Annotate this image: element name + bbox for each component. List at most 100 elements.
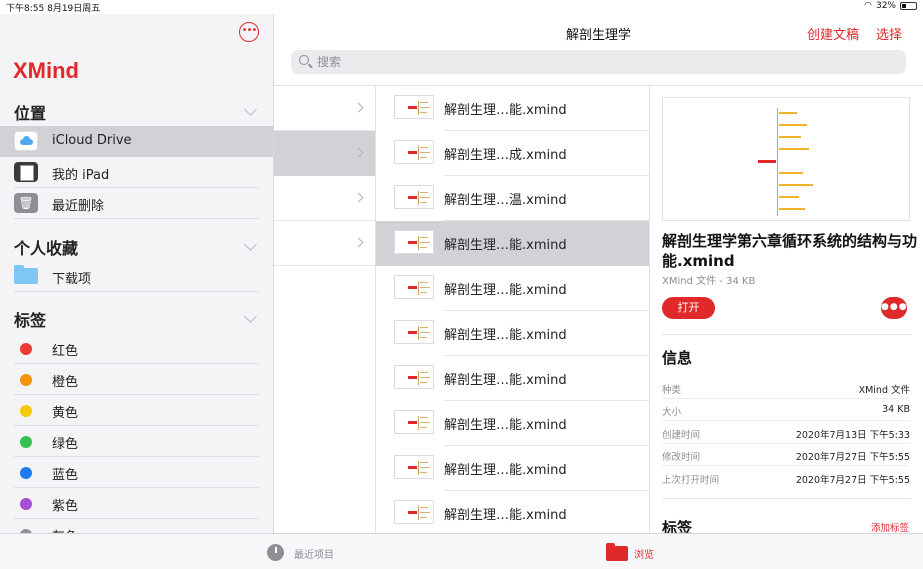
folder-row[interactable] xyxy=(274,131,375,176)
file-row[interactable]: 解剖生理…能.xmind xyxy=(376,401,649,446)
file-list: 解剖生理…能.xmind 解剖生理…成.xmind 解剖生理…温.xmind 解… xyxy=(376,86,650,533)
detail-pane: 解剖生理学第六章循环系统的结构与功能.xmind XMind 文件 - 34 K… xyxy=(650,86,923,533)
file-title: 解剖生理学第六章循环系统的结构与功能.xmind xyxy=(662,232,918,270)
search-icon xyxy=(299,55,309,65)
folder-row[interactable] xyxy=(274,176,375,221)
red-tag-dot-icon xyxy=(20,343,32,355)
sidebar-tag-gray[interactable]: 灰色 xyxy=(0,519,273,533)
mindmap-thumbnail-icon xyxy=(394,365,434,389)
file-name: 解剖生理…能.xmind xyxy=(444,238,567,253)
file-row[interactable]: 解剖生理…能.xmind xyxy=(376,266,649,311)
folder-icon xyxy=(14,265,38,284)
file-name: 解剖生理…能.xmind xyxy=(444,508,567,523)
open-button[interactable]: 打开 xyxy=(662,297,715,319)
clock-icon[interactable] xyxy=(267,544,284,561)
sidebar-item-label: 最近删除 xyxy=(52,199,105,214)
tag-label: 红色 xyxy=(52,344,79,359)
sidebar-tag-yellow[interactable]: 黄色 xyxy=(0,395,273,426)
file-row[interactable]: 解剖生理…成.xmind xyxy=(376,131,649,176)
section-header-locations: 位置 xyxy=(14,104,47,123)
yellow-tag-dot-icon xyxy=(20,405,32,417)
sidebar-tag-blue[interactable]: 蓝色 xyxy=(0,457,273,488)
file-name: 解剖生理…能.xmind xyxy=(444,283,567,298)
file-row[interactable]: 解剖生理…能.xmind xyxy=(376,86,649,131)
blue-tag-dot-icon xyxy=(20,467,32,479)
status-bar: 下午8:55 8月19日周五 ◠ 32% xyxy=(0,0,923,14)
more-options-button[interactable]: ●●● xyxy=(881,297,907,319)
folder-column xyxy=(274,86,376,533)
folder-icon[interactable] xyxy=(606,543,628,561)
divider xyxy=(662,334,911,335)
mindmap-thumbnail-icon xyxy=(394,230,434,254)
mindmap-thumbnail-icon xyxy=(394,410,434,434)
file-name: 解剖生理…能.xmind xyxy=(444,418,567,433)
file-name: 解剖生理…能.xmind xyxy=(444,103,567,118)
select-button[interactable]: 选择 xyxy=(876,24,902,43)
file-name: 解剖生理…温.xmind xyxy=(444,193,567,208)
chevron-right-icon xyxy=(353,237,364,248)
file-row[interactable]: 解剖生理…能.xmind xyxy=(376,446,649,491)
tag-label: 黄色 xyxy=(52,406,79,421)
tag-label: 紫色 xyxy=(52,499,79,514)
sidebar-more-button[interactable]: ••• xyxy=(239,22,259,42)
folder-row[interactable] xyxy=(274,221,375,266)
purple-tag-dot-icon xyxy=(20,498,32,510)
mindmap-thumbnail-icon xyxy=(394,140,434,164)
file-row[interactable]: 解剖生理…能.xmind xyxy=(376,311,649,356)
add-tag-button[interactable]: 添加标签 xyxy=(871,520,909,533)
mindmap-thumbnail-icon xyxy=(394,275,434,299)
tags-heading: 标签 xyxy=(662,519,693,533)
file-row[interactable]: 解剖生理…能.xmind xyxy=(376,491,649,536)
tab-bar: 最近项目 浏览 xyxy=(0,533,923,569)
orange-tag-dot-icon xyxy=(20,374,32,386)
info-row-size: 大小 34 KB xyxy=(662,399,910,421)
green-tag-dot-icon xyxy=(20,436,32,448)
info-row-modified: 修改时间 2020年7月27日 下午5:55 xyxy=(662,444,910,466)
mindmap-thumbnail-icon xyxy=(394,455,434,479)
mindmap-thumbnail-icon xyxy=(394,500,434,524)
file-name: 解剖生理…成.xmind xyxy=(444,148,567,163)
files-app-window: 下午8:55 8月19日周五 ◠ 32% ••• XMind 位置 iCloud… xyxy=(0,0,923,569)
file-subtitle: XMind 文件 - 34 KB xyxy=(662,276,756,287)
create-document-button[interactable]: 创建文稿 xyxy=(807,24,859,43)
section-header-favorites: 个人收藏 xyxy=(14,239,79,258)
battery-icon xyxy=(900,2,917,10)
folder-row[interactable] xyxy=(274,86,375,131)
tag-label: 橙色 xyxy=(52,375,79,390)
sidebar-item-downloads[interactable]: 下载项 xyxy=(0,261,273,292)
search-input[interactable] xyxy=(317,53,877,71)
file-name: 解剖生理…能.xmind xyxy=(444,463,567,478)
info-row-created: 创建时间 2020年7月13日 下午5:33 xyxy=(662,422,910,444)
sidebar-item-recently-deleted[interactable]: 🗑 最近删除 xyxy=(0,188,273,219)
tag-label: 蓝色 xyxy=(52,468,79,483)
sidebar-tag-green[interactable]: 绿色 xyxy=(0,426,273,457)
xmind-logo: XMind xyxy=(13,58,79,83)
wifi-icon: ◠ xyxy=(864,1,872,11)
divider xyxy=(662,498,911,499)
file-name: 解剖生理…能.xmind xyxy=(444,328,567,343)
battery-percent: 32% xyxy=(875,1,896,11)
sidebar-item-label: 下载项 xyxy=(52,272,92,287)
sidebar-item-label: iCloud Drive xyxy=(52,133,132,148)
mindmap-thumbnail-icon xyxy=(394,95,434,119)
info-row-last-opened: 上次打开时间 2020年7月27日 下午5:55 xyxy=(662,475,910,486)
chevron-down-icon[interactable] xyxy=(244,238,257,251)
mindmap-thumbnail-icon xyxy=(394,320,434,344)
chevron-down-icon[interactable] xyxy=(244,103,257,116)
sidebar-item-my-ipad[interactable]: 我的 iPad xyxy=(0,157,273,188)
chevron-right-icon xyxy=(353,147,364,158)
file-row[interactable]: 解剖生理…温.xmind xyxy=(376,176,649,221)
chevron-down-icon[interactable] xyxy=(244,310,257,323)
sidebar-tag-orange[interactable]: 橙色 xyxy=(0,364,273,395)
file-row[interactable]: 解剖生理…能.xmind xyxy=(376,356,649,401)
sidebar-tag-red[interactable]: 红色 xyxy=(0,333,273,364)
mindmap-preview[interactable] xyxy=(662,97,910,221)
sidebar-tag-purple[interactable]: 紫色 xyxy=(0,488,273,519)
trash-icon: 🗑 xyxy=(14,193,38,213)
search-bar xyxy=(291,50,906,74)
tab-browse[interactable]: 浏览 xyxy=(634,546,654,561)
tab-recents[interactable]: 最近项目 xyxy=(294,546,334,561)
sidebar-item-icloud-drive[interactable]: iCloud Drive xyxy=(0,126,273,157)
file-row[interactable]: 解剖生理…能.xmind xyxy=(376,221,649,266)
tag-label: 绿色 xyxy=(52,437,79,452)
